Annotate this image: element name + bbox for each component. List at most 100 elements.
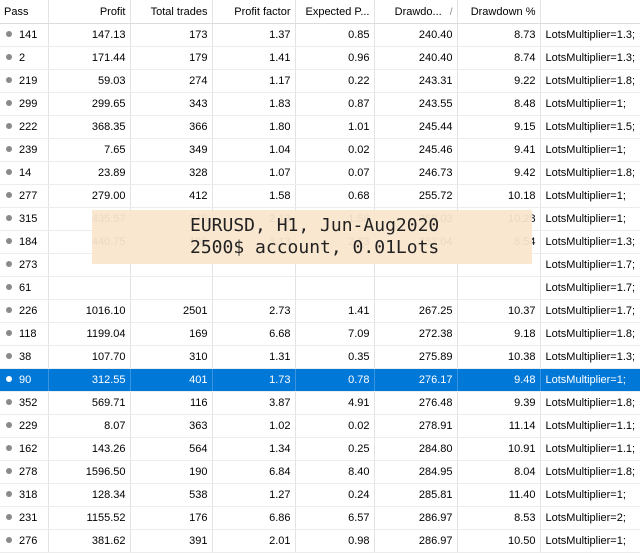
inputs-cell: LotsMultiplier=1; <box>540 184 640 208</box>
drawdown-cell <box>374 276 458 300</box>
pass-cell: 226 <box>0 299 49 323</box>
table-row[interactable]: 226 1016.10 2501 2.73 1.41 267.25 10.37 LotsMul… <box>0 299 640 323</box>
table-row[interactable]: 239 7.65 349 1.04 0.02 245.46 9.41 LotsMultipli… <box>0 138 640 162</box>
pass-status-icon <box>6 169 12 176</box>
drawdown-percent-cell: 8.04 <box>457 460 541 484</box>
table-row[interactable]: 352 569.71 116 3.87 4.91 276.48 9.39 LotsMultip… <box>0 391 640 415</box>
drawdown-cell: 278.91 <box>374 414 458 438</box>
expected-payoff-cell: 0.68 <box>295 184 375 208</box>
column-header-expected-payoff[interactable]: Expected P... <box>295 0 375 24</box>
profit-factor-cell <box>212 276 296 300</box>
expected-payoff-cell: 1.41 <box>295 299 375 323</box>
drawdown-percent-cell: 10.38 <box>457 345 541 369</box>
total-trades-cell: 363 <box>130 414 213 438</box>
profit-factor-cell: 6.84 <box>212 460 296 484</box>
column-header-profit-factor[interactable]: Profit factor <box>212 0 296 24</box>
pass-number: 141 <box>19 29 38 41</box>
drawdown-cell: 276.17 <box>374 368 458 392</box>
profit-factor-cell: 1.41 <box>212 46 296 70</box>
table-row[interactable]: 278 1596.50 190 6.84 8.40 284.95 8.04 LotsMulti… <box>0 460 640 484</box>
table-row[interactable]: 90 312.55 401 1.73 0.78 276.17 9.48 LotsMultipl… <box>0 368 640 392</box>
drawdown-percent-cell: 9.15 <box>457 115 541 139</box>
total-trades-cell: 401 <box>130 368 213 392</box>
column-header-inputs[interactable] <box>540 0 640 24</box>
profit-factor-cell: 2.01 <box>212 529 296 553</box>
pass-status-icon <box>6 491 12 498</box>
table-row[interactable]: 14 23.89 328 1.07 0.07 246.73 9.42 LotsMultipli… <box>0 161 640 185</box>
total-trades-cell: 412 <box>130 184 213 208</box>
sort-indicator-icon: / <box>449 6 453 18</box>
pass-status-icon <box>6 215 12 222</box>
pass-status-icon <box>6 100 12 107</box>
total-trades-cell: 564 <box>130 437 213 461</box>
table-row[interactable]: 118 1199.04 169 6.68 7.09 272.38 9.18 LotsMulti… <box>0 322 640 346</box>
pass-number: 273 <box>19 259 38 271</box>
profit-cell: 171.44 <box>48 46 131 70</box>
pass-status-icon <box>6 514 12 521</box>
inputs-cell: LotsMultiplier=2; <box>540 506 640 530</box>
table-row[interactable]: 38 107.70 310 1.31 0.35 275.89 10.38 LotsMultip… <box>0 345 640 369</box>
pass-number: 278 <box>19 466 38 478</box>
profit-cell: 59.03 <box>48 69 131 93</box>
pass-cell: 61 <box>0 276 49 300</box>
drawdown-percent-cell: 9.48 <box>457 368 541 392</box>
table-row[interactable]: 61 LotsMultiplier=1.7; <box>0 276 640 300</box>
column-header-total-trades[interactable]: Total trades <box>130 0 213 24</box>
table-row[interactable]: 222 368.35 366 1.80 1.01 245.44 9.15 LotsMultip… <box>0 115 640 139</box>
drawdown-percent-cell: 8.53 <box>457 506 541 530</box>
column-header-drawdown[interactable]: Drawdo... / <box>374 0 458 24</box>
table-row[interactable]: 2 171.44 179 1.41 0.96 240.40 8.74 LotsMultipli… <box>0 46 640 70</box>
drawdown-percent-cell: 10.91 <box>457 437 541 461</box>
expected-payoff-cell: 7.09 <box>295 322 375 346</box>
profit-factor-cell: 3.87 <box>212 391 296 415</box>
pass-status-icon <box>6 238 12 245</box>
table-row[interactable]: 162 143.26 564 1.34 0.25 284.80 10.91 LotsMulti… <box>0 437 640 461</box>
inputs-cell: LotsMultiplier=1.8; <box>540 460 640 484</box>
column-header-pass[interactable]: Pass <box>0 0 49 24</box>
inputs-cell: LotsMultiplier=1.7; <box>540 299 640 323</box>
pass-number: 318 <box>19 489 38 501</box>
drawdown-cell: 243.55 <box>374 92 458 116</box>
profit-cell <box>48 276 131 300</box>
column-header-drawdown-percent[interactable]: Drawdown % <box>457 0 541 24</box>
profit-cell: 7.65 <box>48 138 131 162</box>
table-row[interactable]: 219 59.03 274 1.17 0.22 243.31 9.22 LotsMultipl… <box>0 69 640 93</box>
inputs-cell: LotsMultiplier=1.7; <box>540 253 640 277</box>
table-row[interactable]: 231 1155.52 176 6.86 6.57 286.97 8.53 LotsMulti… <box>0 506 640 530</box>
table-row[interactable]: 141 147.13 173 1.37 0.85 240.40 8.73 LotsMultip… <box>0 23 640 47</box>
profit-cell: 569.71 <box>48 391 131 415</box>
pass-cell: 229 <box>0 414 49 438</box>
column-header-drawdown-label: Drawdo... <box>394 5 442 18</box>
inputs-cell: LotsMultiplier=1; <box>540 529 640 553</box>
column-header-profit[interactable]: Profit <box>48 0 131 24</box>
pass-number: 2 <box>19 52 26 64</box>
pass-cell: 273 <box>0 253 49 277</box>
pass-status-icon <box>6 261 12 268</box>
drawdown-cell: 240.40 <box>374 46 458 70</box>
profit-factor-cell: 1.83 <box>212 92 296 116</box>
profit-cell: 107.70 <box>48 345 131 369</box>
inputs-cell: LotsMultiplier=1; <box>540 138 640 162</box>
total-trades-cell: 391 <box>130 529 213 553</box>
drawdown-percent-cell: 10.50 <box>457 529 541 553</box>
pass-number: 90 <box>19 374 32 386</box>
pass-cell: 184 <box>0 230 49 254</box>
inputs-cell: LotsMultiplier=1.8; <box>540 322 640 346</box>
drawdown-cell: 246.73 <box>374 161 458 185</box>
table-row[interactable]: 276 381.62 391 2.01 0.98 286.97 10.50 LotsMulti… <box>0 529 640 553</box>
profit-factor-cell: 6.68 <box>212 322 296 346</box>
pass-number: 118 <box>19 328 37 340</box>
inputs-cell: LotsMultiplier=1.8; <box>540 161 640 185</box>
inputs-cell: LotsMultiplier=1.1; <box>540 414 640 438</box>
table-row[interactable]: 318 128.34 538 1.27 0.24 285.81 11.40 LotsMulti… <box>0 483 640 507</box>
drawdown-percent-cell: 11.40 <box>457 483 541 507</box>
table-row[interactable]: 229 8.07 363 1.02 0.02 278.91 11.14 LotsMultipl… <box>0 414 640 438</box>
pass-cell: 219 <box>0 69 49 93</box>
table-row[interactable]: 299 299.65 343 1.83 0.87 243.55 8.48 LotsMultip… <box>0 92 640 116</box>
drawdown-cell: 272.38 <box>374 322 458 346</box>
pass-status-icon <box>6 146 12 153</box>
total-trades-cell: 169 <box>130 322 213 346</box>
pass-number: 231 <box>19 512 38 524</box>
table-row[interactable]: 277 279.00 412 1.58 0.68 255.72 10.18 LotsMulti… <box>0 184 640 208</box>
pass-cell: 231 <box>0 506 49 530</box>
